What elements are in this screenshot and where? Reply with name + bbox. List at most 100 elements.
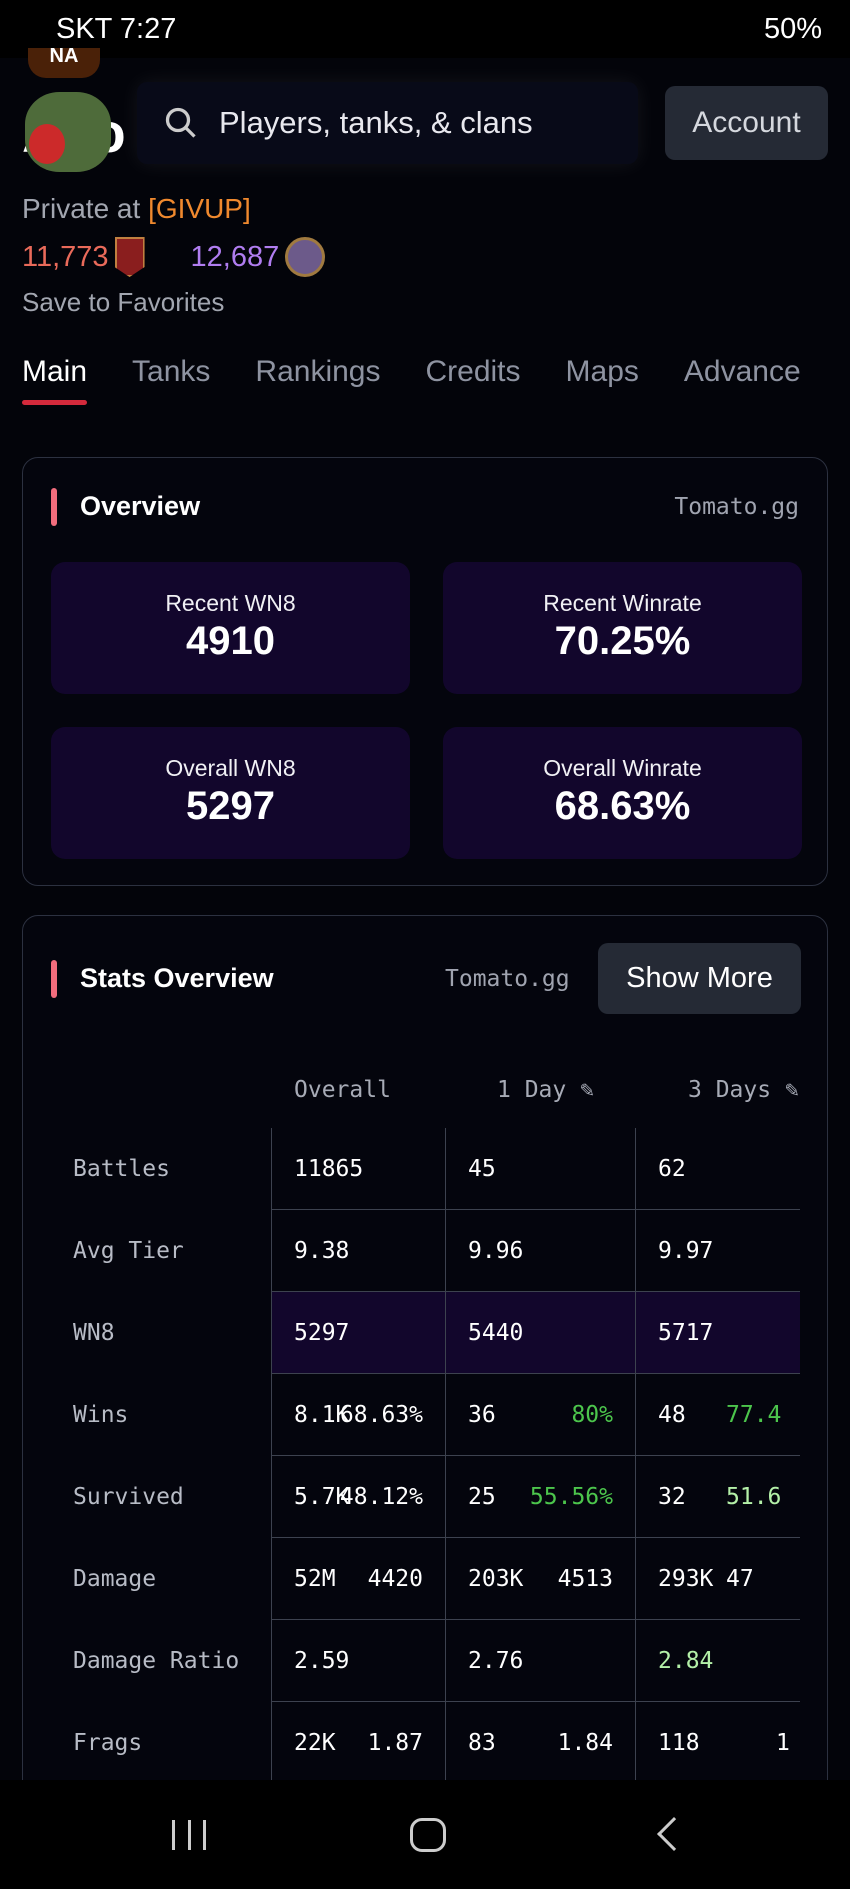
column-header: Overall	[294, 1077, 391, 1103]
table-cell: 52M 4420	[271, 1538, 445, 1620]
tab-advanced[interactable]: Advance	[684, 355, 801, 389]
tab-tanks[interactable]: Tanks	[132, 355, 210, 389]
cell-value: 203K	[468, 1566, 524, 1592]
cell-value: 36	[468, 1402, 496, 1428]
source-label: Tomato.gg	[674, 494, 799, 520]
row-label: Frags	[73, 1730, 143, 1756]
table-cell: 62	[635, 1128, 800, 1210]
edit-pencil-icon[interactable]: ✎	[785, 1077, 799, 1103]
cell-value: 48	[658, 1402, 686, 1428]
table-row: Frags 22K 1.87 83 1.84 118 1	[50, 1702, 800, 1780]
cell-value: 32	[658, 1484, 686, 1510]
shield-badge-icon	[114, 237, 145, 277]
accent-bar	[51, 960, 57, 998]
row-label: Battles	[73, 1156, 170, 1182]
recent-apps-icon[interactable]	[172, 1820, 206, 1850]
table-cell: 2.59	[271, 1620, 445, 1702]
rating-value-2: 12,687	[190, 240, 280, 273]
cell-value: 9.96	[468, 1238, 524, 1264]
table-cell: 203K 4513	[445, 1538, 635, 1620]
cell-secondary-value: 51.6	[726, 1484, 782, 1510]
show-more-button[interactable]: Show More	[598, 943, 801, 1014]
tomato-icon	[29, 124, 65, 164]
stat-tile: Recent WN8 4910	[51, 562, 410, 694]
cell-secondary-value: 4513	[557, 1566, 613, 1592]
table-cell: 2.76	[445, 1620, 635, 1702]
rating-value: 11,773	[22, 240, 109, 273]
cell-secondary-value: 1.87	[367, 1730, 423, 1756]
table-row: Avg Tier 9.38 9.96 9.97	[50, 1210, 800, 1292]
row-label: Wins	[73, 1402, 129, 1428]
tab-main[interactable]: Main	[22, 355, 88, 405]
avatar	[25, 92, 111, 172]
cell-value: 11865	[294, 1156, 364, 1182]
cell-value: 2.59	[294, 1648, 350, 1674]
table-cell: 25 55.56%	[445, 1456, 635, 1538]
search-icon	[165, 107, 196, 138]
source-label: Tomato.gg	[445, 966, 570, 992]
cell-value: 2.84	[658, 1648, 714, 1674]
status-bar: SKT 7:27 50%	[0, 0, 850, 58]
search-input[interactable]: Players, tanks, & clans	[137, 82, 638, 164]
cell-secondary-value: 77.4	[726, 1402, 782, 1428]
table-cell: 48 77.4	[635, 1374, 800, 1456]
table-cell: 2.84	[635, 1620, 800, 1702]
stat-tile: Recent Winrate 70.25%	[443, 562, 802, 694]
row-label: Damage	[73, 1566, 157, 1592]
accent-bar	[51, 488, 57, 526]
cell-secondary-value: 80%	[571, 1402, 613, 1428]
cell-value: 293K	[658, 1566, 714, 1592]
tab-rankings[interactable]: Rankings	[255, 355, 380, 389]
tab-maps[interactable]: Maps	[566, 355, 639, 389]
edit-pencil-icon[interactable]: ✎	[580, 1077, 594, 1103]
overview-card: Overview Tomato.gg Recent WN8 4910 Recent…	[22, 457, 828, 886]
table-row: Wins 8.1K 68.63% 36 80% 48 77.4	[50, 1374, 800, 1456]
row-label: Avg Tier	[73, 1238, 184, 1264]
cell-value: 83	[468, 1730, 496, 1756]
status-time: SKT 7:27	[56, 12, 177, 45]
ratings-row: 11,773 12,687	[22, 237, 326, 277]
cell-secondary-value: 1	[776, 1730, 790, 1756]
cell-value: 9.97	[658, 1238, 714, 1264]
back-icon[interactable]	[657, 1817, 691, 1851]
row-label: Damage Ratio	[73, 1648, 240, 1674]
cell-value: 25	[468, 1484, 496, 1510]
cell-value: 62	[658, 1156, 686, 1182]
table-cell: 293K 47	[635, 1538, 800, 1620]
tab-bar: Main Tanks Rankings Credits Maps Advance	[22, 355, 846, 405]
table-cell: 5.7K 48.12%	[271, 1456, 445, 1538]
battery-level: 50%	[763, 12, 822, 45]
cell-value: 5440	[468, 1320, 524, 1346]
table-cell: 11865	[271, 1128, 445, 1210]
cell-secondary-value: 1.84	[557, 1730, 613, 1756]
save-favorites-link[interactable]: Save to Favorites	[22, 287, 224, 318]
cell-secondary-value: 48.12%	[339, 1484, 423, 1510]
cell-value: 5717	[658, 1320, 714, 1346]
table-row: Survived 5.7K 48.12% 25 55.56% 32 51.6	[50, 1456, 800, 1538]
cell-value: 52M	[294, 1566, 336, 1592]
clan-link[interactable]: [GIVUP]	[148, 193, 251, 224]
region-badge: NA	[28, 48, 100, 78]
account-button[interactable]: Account	[665, 86, 828, 160]
stat-tile: Overall WN8 5297	[51, 727, 410, 859]
cell-value: 45	[468, 1156, 496, 1182]
table-cell: 22K 1.87	[271, 1702, 445, 1780]
table-cell: 5717	[635, 1292, 800, 1374]
cell-value: 22K	[294, 1730, 336, 1756]
table-cell: 9.96	[445, 1210, 635, 1292]
cell-value: 5297	[294, 1320, 350, 1346]
table-row: Damage Ratio 2.59 2.76 2.84	[50, 1620, 800, 1702]
table-row: Damage 52M 4420 203K 4513 293K 47	[50, 1538, 800, 1620]
table-cell: 32 51.6	[635, 1456, 800, 1538]
cell-value: 9.38	[294, 1238, 350, 1264]
rank-medal-icon	[285, 237, 326, 277]
cell-value: 2.76	[468, 1648, 524, 1674]
tab-credits[interactable]: Credits	[425, 355, 520, 389]
table-cell: 9.38	[271, 1210, 445, 1292]
home-icon[interactable]	[410, 1818, 446, 1852]
row-label: WN8	[73, 1320, 115, 1346]
cell-secondary-value: 55.56%	[529, 1484, 613, 1510]
cell-secondary-value: 4420	[367, 1566, 423, 1592]
table-cell: 83 1.84	[445, 1702, 635, 1780]
system-nav-bar	[0, 1780, 850, 1889]
